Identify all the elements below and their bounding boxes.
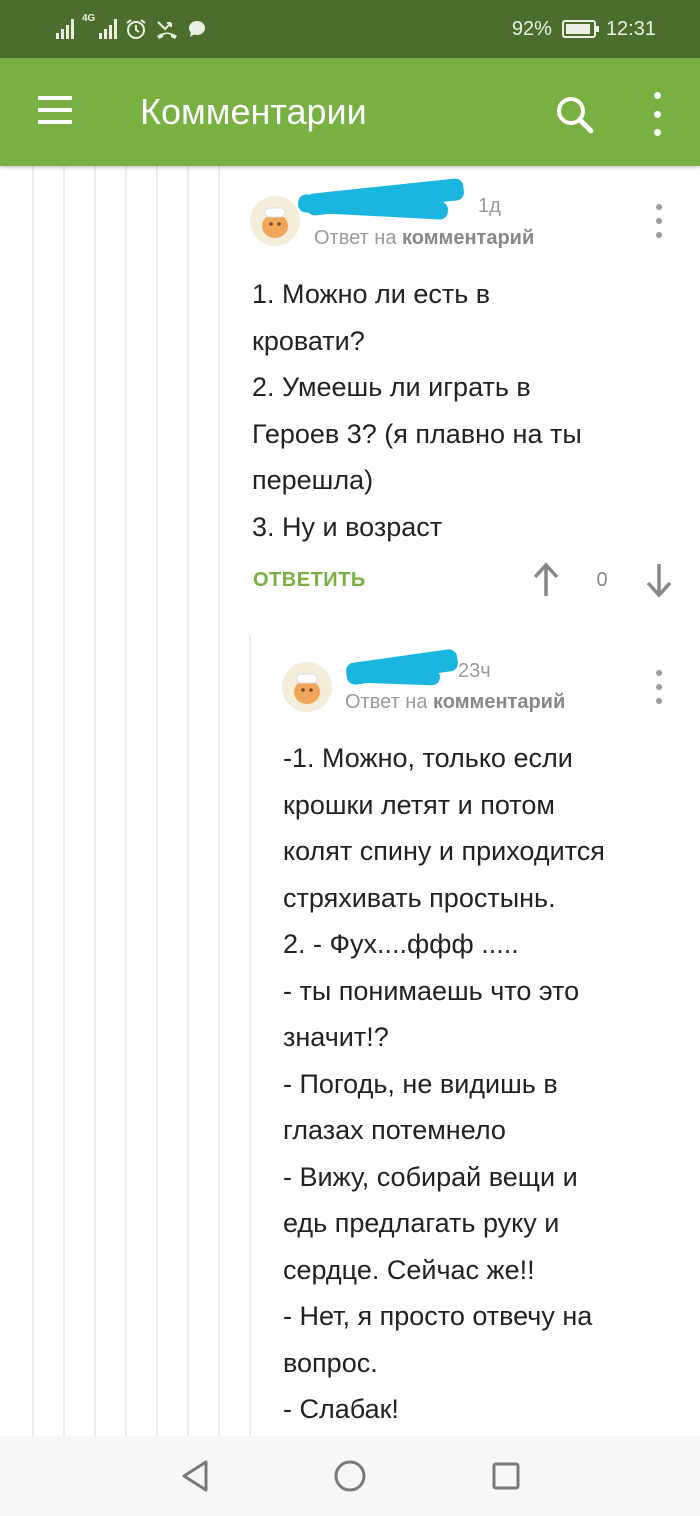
comment-time: 23ч [458, 660, 491, 682]
comment-body: 1. Можно ли есть в кровати? 2. Умеешь ли… [252, 271, 582, 550]
comment-line: колят спину и приходится [283, 836, 605, 866]
reply-target-link[interactable]: комментарий [402, 227, 534, 249]
reply-button[interactable]: ОТВЕТИТЬ [253, 569, 366, 592]
reply-to: Ответ на комментарий [345, 691, 565, 714]
upvote-icon[interactable] [532, 562, 560, 603]
rating-value: 0 [596, 569, 608, 591]
menu-icon[interactable] [38, 96, 72, 124]
comment-line: - ты понимаешь что это [283, 975, 580, 1006]
comment: 23ч Ответ на комментарий -1. Можно, толь… [0, 620, 700, 1436]
more-vert-icon[interactable] [640, 92, 674, 136]
redaction-mark [353, 666, 441, 686]
comment-line: стряхивать простынь. [283, 882, 556, 913]
comment-menu-icon[interactable] [652, 204, 666, 238]
back-icon[interactable] [176, 1456, 216, 1496]
comment-menu-icon[interactable] [652, 670, 666, 704]
comment-line: 1. Можно ли есть в [252, 279, 491, 309]
comment-line: крошки летят и потом [283, 789, 555, 820]
avatar[interactable] [282, 662, 332, 712]
comment-line: глазах потемнело [283, 1115, 506, 1145]
reply-prefix: Ответ на [314, 227, 397, 249]
reply-target-link[interactable]: комментарий [433, 691, 565, 713]
comment-line: значит!? [283, 1022, 389, 1052]
comment-line: кровати? [252, 325, 365, 356]
comment-line: - Вижу, собирай вещи и [283, 1161, 578, 1192]
comment-line: -1. Можно, только если [283, 743, 573, 773]
recents-icon[interactable] [486, 1456, 526, 1496]
page-title: Комментарии [140, 91, 367, 132]
comment-line: - Погодь, не видишь в [283, 1068, 558, 1099]
comment-line: Героев 3? (я плавно на ты [252, 418, 582, 449]
reply-prefix: Ответ на [345, 691, 428, 713]
comment-line: - Нет, я просто отвечу на [283, 1301, 593, 1331]
comment-line: едь предлагать руку и [283, 1208, 560, 1238]
comment-line: вопрос. [283, 1347, 378, 1378]
home-icon[interactable] [330, 1456, 370, 1496]
comment-body: -1. Можно, только если крошки летят и по… [283, 735, 605, 1433]
comment-time: 1д [478, 195, 501, 217]
search-icon[interactable] [552, 92, 596, 136]
reply-to: Ответ на комментарий [314, 227, 534, 250]
comment-line: - Слабак! [283, 1394, 399, 1424]
app-bar: Комментарии [0, 58, 700, 166]
comment-line: 2. - Фух....ффф ..... [283, 929, 519, 959]
navigation-bar [0, 1436, 700, 1516]
comment-line: перешла) [252, 465, 374, 495]
avatar[interactable] [250, 196, 300, 246]
comment-line: 2. Умеешь ли играть в [252, 372, 531, 402]
comment-line: 3. Ну и возраст [252, 511, 443, 542]
comment-line: сердце. Сейчас же!! [283, 1254, 535, 1285]
downvote-icon[interactable] [645, 562, 673, 603]
